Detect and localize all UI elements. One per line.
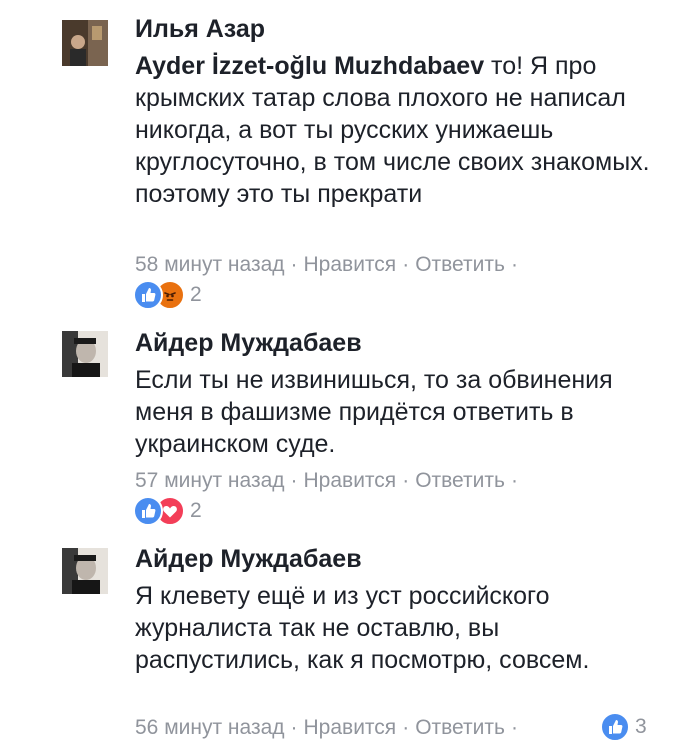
timestamp[interactable]: 56 минут назад <box>135 716 285 739</box>
separator: · <box>290 469 298 492</box>
separator: · <box>510 469 518 492</box>
user-photo-icon <box>62 20 108 66</box>
reply-link[interactable]: Ответить <box>415 716 505 739</box>
separator: · <box>290 716 298 739</box>
reaction-count: 3 <box>635 715 647 738</box>
user-photo-icon <box>62 331 108 377</box>
reaction-count: 2 <box>190 499 202 522</box>
separator: · <box>402 253 410 276</box>
avatar[interactable] <box>62 331 108 377</box>
comment-text: Если ты не извинишься, то за обвинения м… <box>135 366 613 458</box>
timestamp[interactable]: 57 минут назад <box>135 469 285 492</box>
like-icon <box>133 496 163 526</box>
timestamp[interactable]: 58 минут назад <box>135 253 285 276</box>
comment-text: Я клевету ещё и из уст российского журна… <box>135 582 590 674</box>
separator: · <box>402 716 410 739</box>
separator: · <box>510 253 518 276</box>
like-icon <box>600 712 630 742</box>
reactions[interactable]: 2 <box>133 280 202 310</box>
reactions[interactable]: 2 <box>133 496 202 526</box>
comment-author[interactable]: Айдер Муждабаев <box>135 329 362 358</box>
avatar[interactable] <box>62 548 108 594</box>
separator: · <box>290 253 298 276</box>
avatar[interactable] <box>62 20 108 66</box>
comment-meta: 57 минут назад · Нравится · Ответить · <box>135 469 524 493</box>
like-link[interactable]: Нравится <box>304 469 397 492</box>
comment-author[interactable]: Айдер Муждабаев <box>135 545 362 574</box>
like-link[interactable]: Нравится <box>304 253 397 276</box>
separator: · <box>510 716 518 739</box>
comment-meta: 56 минут назад · Нравится · Ответить · <box>135 716 524 740</box>
like-icon <box>133 280 163 310</box>
user-photo-icon <box>62 548 108 594</box>
comment-meta: 58 минут назад · Нравится · Ответить · <box>135 253 524 277</box>
comment-body: Ayder İzzet-oğlu Muzhdabaev то! Я про кр… <box>135 50 670 210</box>
reply-link[interactable]: Ответить <box>415 253 505 276</box>
mention-link[interactable]: Ayder İzzet-oğlu Muzhdabaev <box>135 52 484 80</box>
reaction-count: 2 <box>190 283 202 306</box>
reply-link[interactable]: Ответить <box>415 469 505 492</box>
separator: · <box>402 469 410 492</box>
comment-author[interactable]: Илья Азар <box>135 15 265 44</box>
like-link[interactable]: Нравится <box>304 716 397 739</box>
